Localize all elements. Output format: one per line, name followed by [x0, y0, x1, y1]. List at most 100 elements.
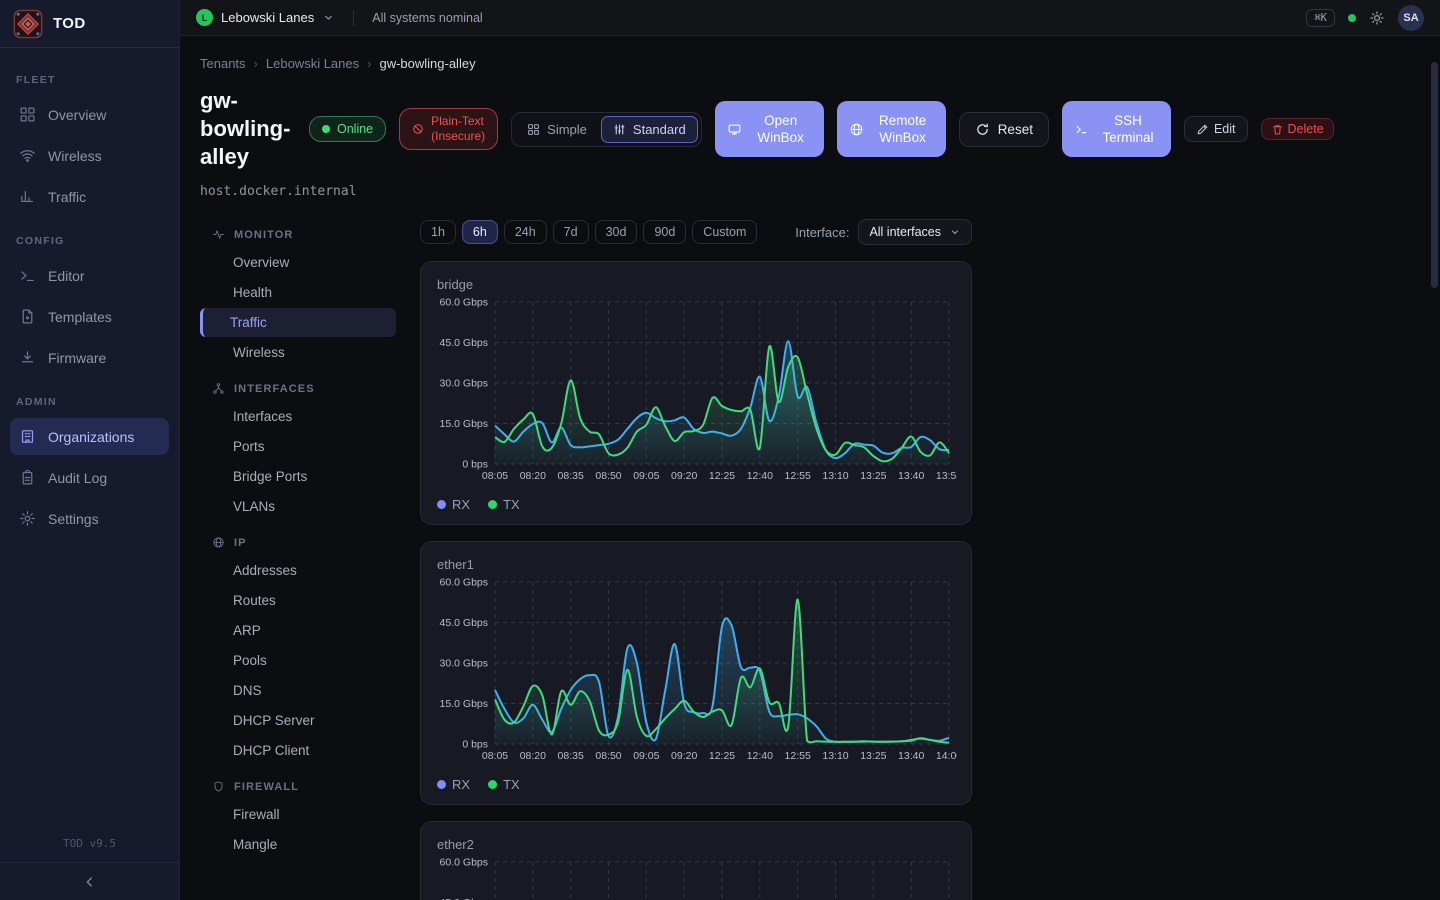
sidebar-item-editor[interactable]: Editor: [10, 257, 169, 294]
user-avatar[interactable]: SA: [1398, 5, 1424, 31]
svg-text:60.0 Gbps: 60.0 Gbps: [440, 857, 488, 869]
app-sidebar: TOD FLEETOverviewWirelessTrafficCONFIGEd…: [0, 0, 180, 900]
refresh-icon: [975, 122, 990, 137]
chart-title: bridge: [437, 277, 955, 292]
charts-list: bridge 08:0508:2008:3508:5009:0509:2012:2…: [420, 261, 972, 900]
svg-text:13:40: 13:40: [898, 750, 924, 762]
topbar: L Lebowski Lanes All systems nominal ⌘K …: [180, 0, 1440, 36]
subnav-item-vlans[interactable]: VLANs: [200, 492, 396, 521]
legend-item-tx: TX: [488, 777, 520, 792]
legend-item-tx: TX: [488, 497, 520, 512]
breadcrumb-device: gw-bowling-alley: [379, 56, 475, 71]
subnav-item-dhcp-client[interactable]: DHCP Client: [200, 736, 396, 765]
sidebar-item-overview[interactable]: Overview: [10, 96, 169, 133]
globe-icon: [212, 536, 225, 549]
subnav-section-ip: IP: [200, 536, 396, 549]
breadcrumb-tenant[interactable]: Lebowski Lanes: [266, 56, 359, 71]
view-simple-button[interactable]: Simple: [515, 116, 599, 143]
sidebar-item-templates[interactable]: Templates: [10, 298, 169, 335]
pencil-icon: [1196, 123, 1209, 136]
svg-text:12:25: 12:25: [709, 750, 735, 762]
range-pill-30d[interactable]: 30d: [595, 220, 638, 244]
sidebar-item-label: Overview: [48, 107, 106, 123]
health-indicator-dot: [1348, 14, 1356, 22]
svg-text:09:20: 09:20: [671, 470, 697, 482]
brand-name: TOD: [53, 15, 86, 32]
subnav-item-dhcp-server[interactable]: DHCP Server: [200, 706, 396, 735]
sidebar-item-label: Editor: [48, 268, 85, 284]
network-icon: [212, 382, 225, 395]
chart-legend: RX TX: [437, 497, 955, 512]
subnav-item-ports[interactable]: Ports: [200, 432, 396, 461]
scrollbar-thumb[interactable]: [1431, 62, 1438, 288]
svg-text:15.0 Gbps: 15.0 Gbps: [440, 418, 488, 430]
legend-dot-icon: [488, 780, 497, 789]
range-pill-90d[interactable]: 90d: [643, 220, 686, 244]
svg-text:08:05: 08:05: [482, 750, 508, 762]
interface-select[interactable]: All interfaces: [858, 219, 972, 245]
chevron-down-icon: [949, 226, 961, 238]
terminal-icon: [19, 267, 36, 284]
chart-plot-bridge: 08:0508:2008:3508:5009:0509:2012:2512:40…: [437, 294, 957, 490]
remote-winbox-button[interactable]: Remote WinBox: [837, 101, 946, 157]
range-pill-7d[interactable]: 7d: [553, 220, 589, 244]
subnav-item-wireless[interactable]: Wireless: [200, 338, 396, 367]
ssh-terminal-button[interactable]: SSH Terminal: [1062, 101, 1171, 157]
chevron-down-icon: [322, 11, 335, 24]
subnav-item-dns[interactable]: DNS: [200, 676, 396, 705]
range-pill-24h[interactable]: 24h: [504, 220, 547, 244]
chart-legend: RX TX: [437, 777, 955, 792]
svg-text:12:40: 12:40: [747, 750, 773, 762]
subnav-item-bridge-ports[interactable]: Bridge Ports: [200, 462, 396, 491]
subnav-item-traffic[interactable]: Traffic: [200, 308, 396, 337]
svg-text:08:50: 08:50: [595, 750, 621, 762]
view-mode-toggle: Simple Standard: [511, 112, 702, 147]
svg-text:13:25: 13:25: [860, 750, 886, 762]
edit-button[interactable]: Edit: [1184, 116, 1248, 142]
open-winbox-button[interactable]: Open WinBox: [715, 101, 824, 157]
status-badge-online: Online: [309, 116, 386, 142]
subnav-item-mangle[interactable]: Mangle: [200, 830, 396, 859]
range-pill-6h[interactable]: 6h: [462, 220, 498, 244]
reset-button[interactable]: Reset: [959, 112, 1049, 147]
subnav-item-health[interactable]: Health: [200, 278, 396, 307]
sun-icon: [1369, 10, 1385, 26]
sidebar-item-wireless[interactable]: Wireless: [10, 137, 169, 174]
subnav-item-firewall[interactable]: Firewall: [200, 800, 396, 829]
bars-icon: [19, 188, 36, 205]
time-range-pills: 1h6h24h7d30d90dCustom: [420, 220, 757, 244]
view-standard-button[interactable]: Standard: [601, 116, 698, 143]
wifi-icon: [19, 147, 36, 164]
sidebar-item-organizations[interactable]: Organizations: [10, 418, 169, 455]
subnav-section-interfaces: INTERFACES: [200, 382, 396, 395]
traffic-panel: 1h6h24h7d30d90dCustom Interface: All int…: [420, 213, 972, 900]
delete-button[interactable]: Delete: [1261, 118, 1334, 140]
subnav-item-routes[interactable]: Routes: [200, 586, 396, 615]
tenant-switcher[interactable]: L Lebowski Lanes: [196, 9, 335, 26]
chart-card-bridge: bridge 08:0508:2008:3508:5009:0509:2012:2…: [420, 261, 972, 525]
terminal-prompt-icon: [1074, 122, 1089, 137]
subnav-item-interfaces[interactable]: Interfaces: [200, 402, 396, 431]
subnav-item-pools[interactable]: Pools: [200, 646, 396, 675]
sidebar-item-traffic[interactable]: Traffic: [10, 178, 169, 215]
chevron-right-icon: ›: [367, 56, 371, 71]
online-dot-icon: [322, 125, 330, 133]
range-pill-1h[interactable]: 1h: [420, 220, 456, 244]
breadcrumb-tenants[interactable]: Tenants: [200, 56, 246, 71]
sidebar-item-firmware[interactable]: Firmware: [10, 339, 169, 376]
sidebar-item-audit-log[interactable]: Audit Log: [10, 459, 169, 496]
theme-toggle-button[interactable]: [1369, 10, 1385, 26]
legend-item-rx: RX: [437, 497, 470, 512]
security-badge-insecure: Plain-Text (Insecure): [399, 108, 498, 150]
svg-text:08:35: 08:35: [558, 750, 584, 762]
command-palette-shortcut[interactable]: ⌘K: [1306, 9, 1335, 27]
subnav-item-arp[interactable]: ARP: [200, 616, 396, 645]
sidebar-collapse-button[interactable]: [82, 874, 98, 890]
sidebar-header: TOD: [0, 0, 179, 48]
subnav-item-addresses[interactable]: Addresses: [200, 556, 396, 585]
subnav-item-overview[interactable]: Overview: [200, 248, 396, 277]
sidebar-item-settings[interactable]: Settings: [10, 500, 169, 537]
legend-item-rx: RX: [437, 777, 470, 792]
range-pill-custom[interactable]: Custom: [692, 220, 757, 244]
slashed-circle-icon: [412, 123, 424, 135]
